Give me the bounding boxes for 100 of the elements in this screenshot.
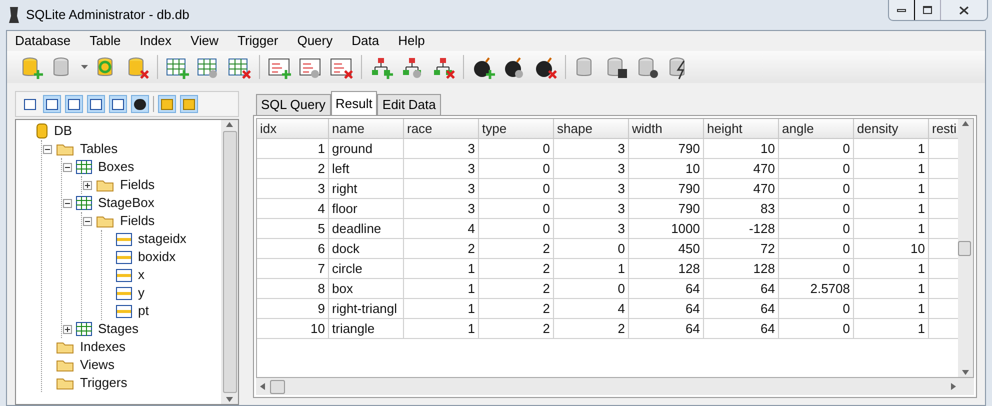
table-cell: 128 <box>629 259 704 278</box>
table-cell: 0 <box>479 139 554 158</box>
column-header[interactable]: width <box>629 119 704 138</box>
collapse-toggle[interactable] <box>83 216 92 226</box>
tree-item[interactable]: StageBox <box>98 193 154 213</box>
column-header[interactable]: density <box>854 119 929 138</box>
tree-item[interactable]: DB <box>54 121 72 141</box>
tree-item[interactable]: Boxes <box>98 157 134 177</box>
menu-item[interactable]: Data <box>352 31 380 51</box>
table-cell: 3 <box>554 219 629 238</box>
collapse-toggle[interactable] <box>63 162 72 172</box>
arrow-left-icon[interactable] <box>260 383 265 390</box>
menu-item[interactable]: View <box>190 31 218 51</box>
caret-icon[interactable] <box>81 65 88 69</box>
menu-item[interactable]: Help <box>398 31 425 51</box>
table-cell: 2 <box>479 319 554 338</box>
tree-item[interactable]: x <box>138 265 144 285</box>
table-cell: 7 <box>257 259 329 278</box>
tree-item[interactable]: Tables <box>80 139 118 159</box>
table-cell: 1 <box>554 259 629 278</box>
expand-toggle[interactable] <box>63 324 72 334</box>
scrollbar-thumb[interactable] <box>222 131 236 393</box>
table-cell: 1 <box>257 139 329 158</box>
tree-item[interactable]: boxidx <box>138 247 176 267</box>
tree-item[interactable]: Views <box>80 355 114 375</box>
collapse-toggle[interactable] <box>43 144 52 154</box>
table-cell: 10 <box>704 139 779 158</box>
arrow-down-icon[interactable] <box>962 370 969 375</box>
table-cell: 3 <box>554 139 629 158</box>
expand-toggle[interactable] <box>83 180 92 190</box>
table-cell: 4 <box>404 219 479 238</box>
table-cell: 64 <box>704 299 779 318</box>
table-cell: 72 <box>704 239 779 258</box>
table-cell: dock <box>329 239 404 258</box>
tab[interactable]: SQL Query <box>256 94 331 115</box>
table-cell: 1 <box>854 159 929 178</box>
table-cell: 64 <box>629 319 704 338</box>
arrow-up-icon[interactable] <box>962 121 969 126</box>
trigger-add-icon[interactable] <box>471 54 496 80</box>
tree-item[interactable]: Indexes <box>80 337 126 357</box>
trigger-delete-icon[interactable] <box>533 54 558 80</box>
tab[interactable]: Result <box>330 91 378 115</box>
table-cell: 3 <box>404 139 479 158</box>
column-header[interactable]: type <box>479 119 554 138</box>
table-cell: 1 <box>854 219 929 238</box>
column-header[interactable]: height <box>704 119 779 138</box>
table-cell: 64 <box>704 319 779 338</box>
column-header[interactable]: name <box>329 119 404 138</box>
menu-item[interactable]: Trigger <box>238 31 278 51</box>
tree-item[interactable]: Fields <box>120 175 155 195</box>
column-header[interactable]: angle <box>779 119 854 138</box>
table-cell: 2 <box>257 159 329 178</box>
folder-icon <box>56 340 74 354</box>
scrollbar-thumb[interactable] <box>958 240 971 256</box>
table-cell: 1 <box>854 299 929 318</box>
scrollbar-thumb[interactable] <box>270 380 285 394</box>
arrow-down-icon[interactable] <box>226 397 233 402</box>
arrow-right-icon[interactable] <box>951 383 956 390</box>
table-cell: 6 <box>257 239 329 258</box>
table-cell: 1 <box>404 279 479 298</box>
table-cell: 64 <box>629 279 704 298</box>
folder-icon <box>96 178 114 192</box>
tree-item[interactable]: stageidx <box>138 229 186 249</box>
tree-item[interactable]: y <box>138 283 144 303</box>
table-cell: right <box>329 179 404 198</box>
tree-item[interactable]: pt <box>138 301 149 321</box>
menu-item[interactable]: Database <box>15 31 71 51</box>
table-cell: 0 <box>779 259 854 278</box>
table-cell: 4 <box>257 199 329 218</box>
table-cell: 1 <box>854 279 929 298</box>
table-cell: 1 <box>404 299 479 318</box>
table-cell: 790 <box>629 199 704 218</box>
table-cell: 0 <box>479 219 554 238</box>
folder-icon <box>56 358 74 372</box>
table-cell: 1 <box>854 179 929 198</box>
scrollbar[interactable] <box>256 378 974 395</box>
tree-item[interactable]: Triggers <box>80 373 128 393</box>
table-cell: 0 <box>779 179 854 198</box>
menu-item[interactable]: Query <box>297 31 333 51</box>
tree-item[interactable]: Fields <box>120 211 155 231</box>
scrollbar[interactable] <box>221 120 238 404</box>
collapse-toggle[interactable] <box>63 198 72 208</box>
table-cell: 3 <box>554 179 629 198</box>
table-cell: 9 <box>257 299 329 318</box>
tab[interactable]: Edit Data <box>377 94 441 115</box>
column-header[interactable]: race <box>404 119 479 138</box>
table-cell: 2 <box>404 239 479 258</box>
scrollbar[interactable] <box>958 119 973 377</box>
table-cell: 2 <box>479 279 554 298</box>
table-cell: 3 <box>554 159 629 178</box>
column-header[interactable]: idx <box>257 119 329 138</box>
table-cell: 4 <box>554 299 629 318</box>
arrow-up-icon[interactable] <box>226 122 233 127</box>
window-title: SQLite Administrator - db.db <box>26 6 190 24</box>
menu-item[interactable]: Table <box>90 31 121 51</box>
tree-item[interactable]: Stages <box>98 319 138 339</box>
menu-item[interactable]: Index <box>140 31 172 51</box>
table-cell: 1 <box>854 139 929 158</box>
table-cell: 0 <box>779 299 854 318</box>
column-header[interactable]: shape <box>554 119 629 138</box>
